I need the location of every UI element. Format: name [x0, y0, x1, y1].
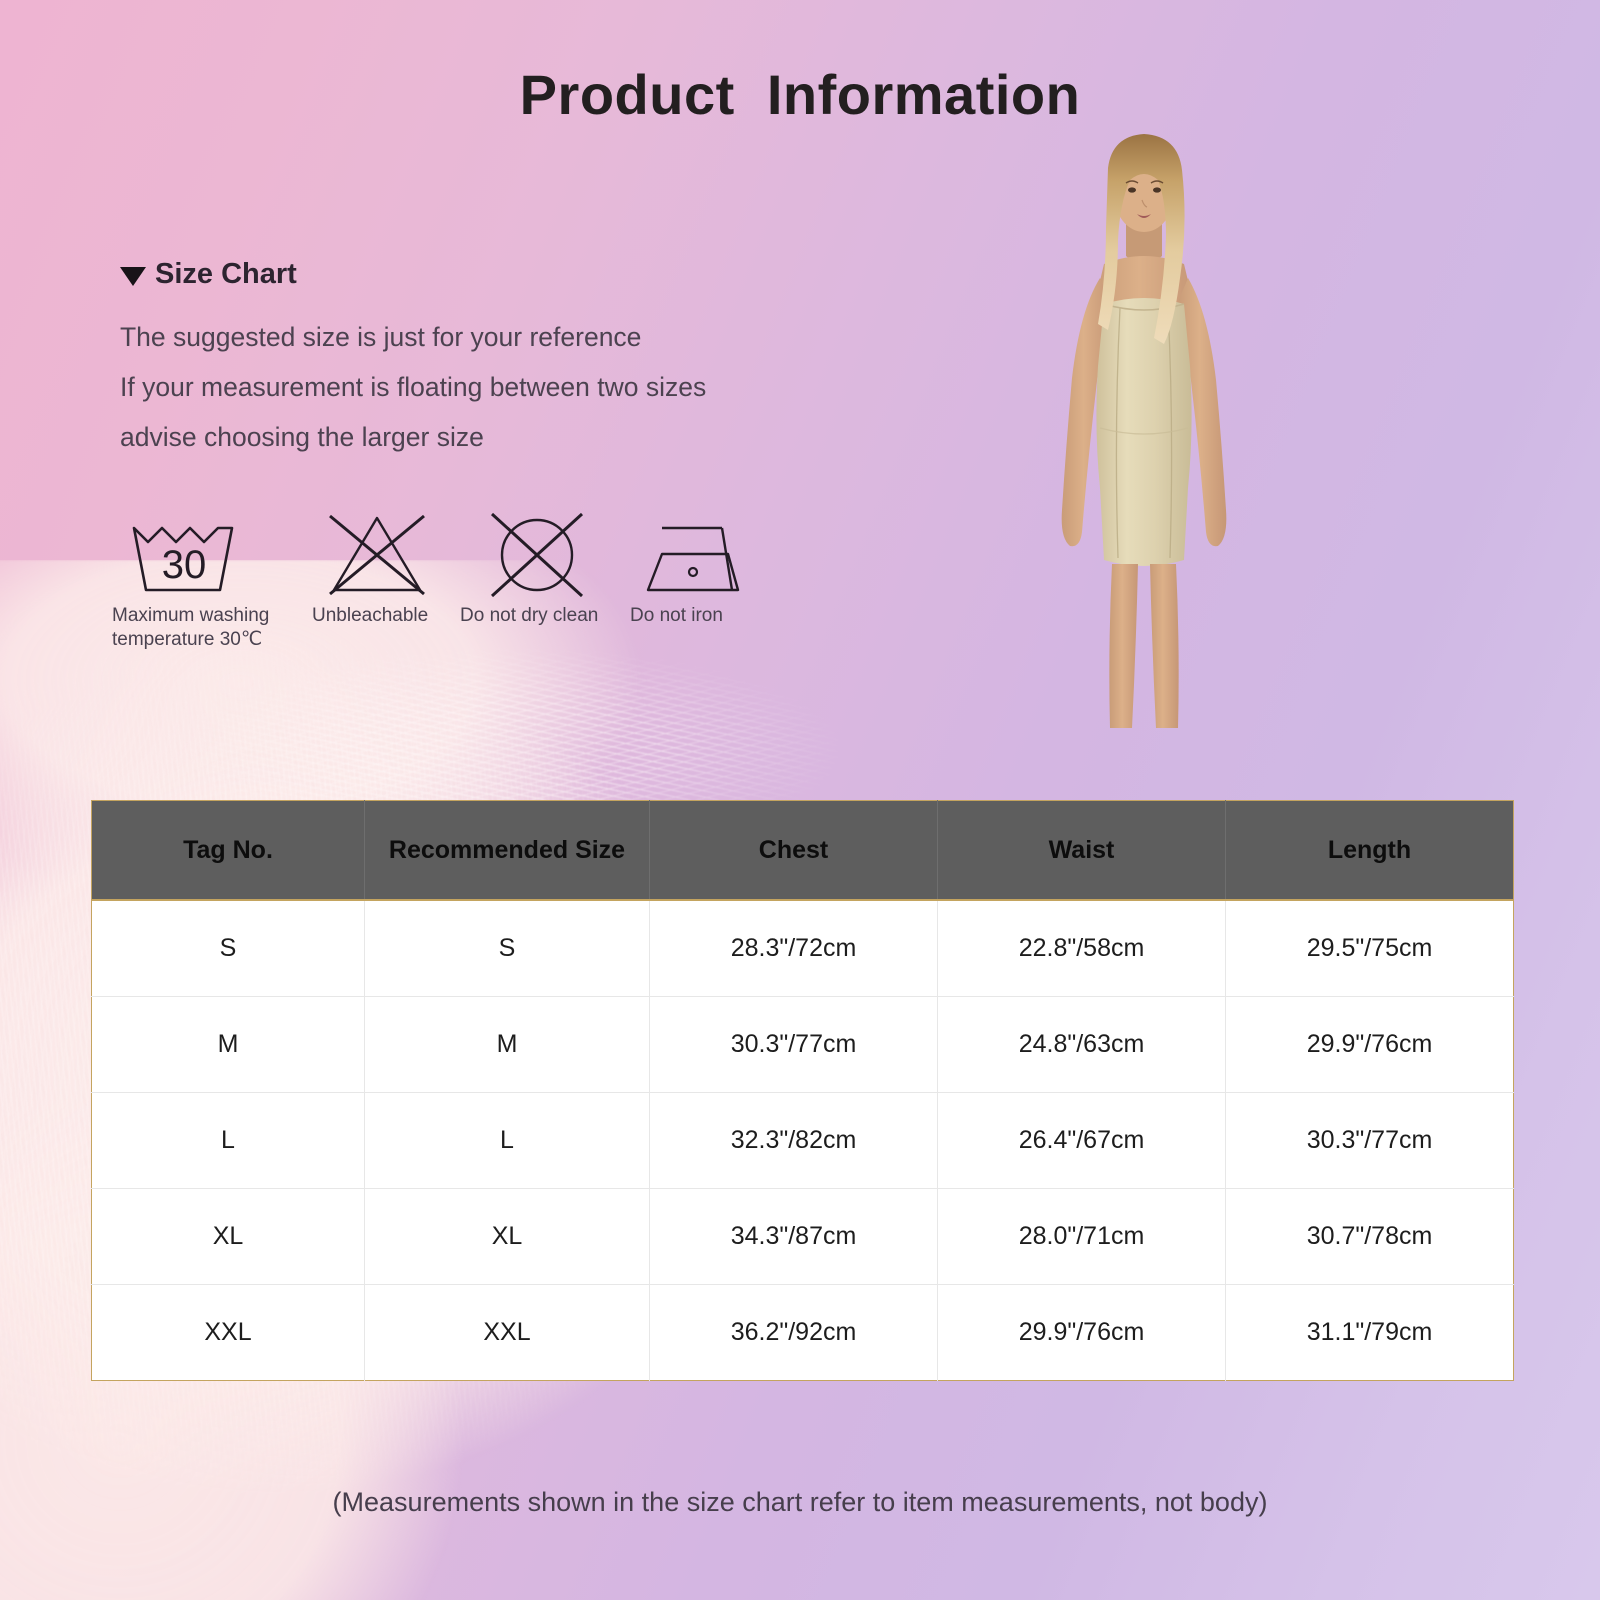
- cell-recommended-size: XXL: [364, 1284, 650, 1381]
- measurements-footnote: (Measurements shown in the size chart re…: [332, 1487, 1268, 1517]
- cell-recommended-size: S: [364, 900, 650, 997]
- cell-recommended-size: XL: [364, 1188, 650, 1285]
- cell-tag-no: XL: [91, 1188, 365, 1285]
- column-header-waist: Waist: [937, 800, 1226, 901]
- cell-chest: 30.3"/77cm: [649, 996, 938, 1093]
- cell-waist: 22.8"/58cm: [937, 900, 1226, 997]
- cell-tag-no: L: [91, 1092, 365, 1189]
- cell-tag-no: M: [91, 996, 365, 1093]
- product-information-page: Product Information Size Chart The sugge…: [0, 0, 1600, 1600]
- size-chart-heading-label: Size Chart: [155, 258, 297, 290]
- column-header-recommended-size: Recommended Size: [364, 800, 650, 901]
- table-row: M M 30.3"/77cm 24.8"/63cm 29.9"/76cm: [91, 996, 1514, 1093]
- care-item-do-not-iron: Do not iron: [630, 506, 770, 628]
- cell-waist: 29.9"/76cm: [937, 1284, 1226, 1381]
- care-instructions-row: 30 Maximum washing temperature 30℃ Unble…: [112, 506, 772, 656]
- table-row: L L 32.3"/82cm 26.4"/67cm 30.3"/77cm: [91, 1092, 1514, 1189]
- cell-waist: 26.4"/67cm: [937, 1092, 1226, 1189]
- do-not-dry-clean-icon: [490, 512, 584, 598]
- table-row: XXL XXL 36.2"/92cm 29.9"/76cm 31.1"/79cm: [91, 1284, 1514, 1381]
- cell-chest: 34.3"/87cm: [649, 1188, 938, 1285]
- do-not-bleach-icon: [329, 514, 425, 596]
- table-row: S S 28.3"/72cm 22.8"/58cm 29.5"/75cm: [91, 900, 1514, 997]
- care-item-do-not-dry-clean: Do not dry clean: [460, 506, 630, 628]
- product-model-photo: [1008, 128, 1280, 752]
- cell-length: 29.9"/76cm: [1225, 996, 1514, 1093]
- size-chart-heading: Size Chart: [120, 258, 297, 291]
- column-header-tag-no: Tag No.: [91, 800, 365, 901]
- description-line-2: If your measurement is floating between …: [120, 372, 707, 402]
- care-caption-line-2: temperature 30℃: [112, 629, 263, 650]
- column-header-length: Length: [1225, 800, 1514, 901]
- cell-chest: 32.3"/82cm: [649, 1092, 938, 1189]
- page-title: Product Information: [519, 63, 1081, 126]
- cell-tag-no: S: [91, 900, 365, 997]
- description-line-1: The suggested size is just for your refe…: [120, 322, 642, 352]
- wash-temperature-value: 30: [162, 543, 207, 587]
- do-not-iron-icon: [646, 526, 740, 592]
- care-caption-do-not-iron: Do not iron: [630, 605, 723, 626]
- triangle-down-icon: [120, 266, 146, 286]
- description-line-3: advise choosing the larger size: [120, 422, 484, 452]
- column-header-chest: Chest: [649, 800, 938, 901]
- care-caption-unbleachable: Unbleachable: [312, 605, 429, 626]
- cell-length: 30.7"/78cm: [1225, 1188, 1514, 1285]
- care-caption-do-not-dry-clean: Do not dry clean: [460, 605, 599, 626]
- cell-length: 30.3"/77cm: [1225, 1092, 1514, 1189]
- table-header-row: Tag No. Recommended Size Chest Waist Len…: [91, 800, 1514, 901]
- model-illustration: [1061, 134, 1227, 728]
- cell-chest: 36.2"/92cm: [649, 1284, 938, 1381]
- cell-length: 29.5"/75cm: [1225, 900, 1514, 997]
- size-chart-description: The suggested size is just for your refe…: [120, 312, 706, 462]
- table-row: XL XL 34.3"/87cm 28.0"/71cm 30.7"/78cm: [91, 1188, 1514, 1285]
- cell-recommended-size: L: [364, 1092, 650, 1189]
- wash-tub-30-icon: 30: [132, 526, 234, 592]
- cell-recommended-size: M: [364, 996, 650, 1093]
- care-item-unbleachable: Unbleachable: [312, 506, 462, 628]
- cell-tag-no: XXL: [91, 1284, 365, 1381]
- cell-length: 31.1"/79cm: [1225, 1284, 1514, 1381]
- cell-waist: 24.8"/63cm: [937, 996, 1226, 1093]
- cell-waist: 28.0"/71cm: [937, 1188, 1226, 1285]
- size-chart-table: Tag No. Recommended Size Chest Waist Len…: [91, 800, 1514, 1381]
- cell-chest: 28.3"/72cm: [649, 900, 938, 997]
